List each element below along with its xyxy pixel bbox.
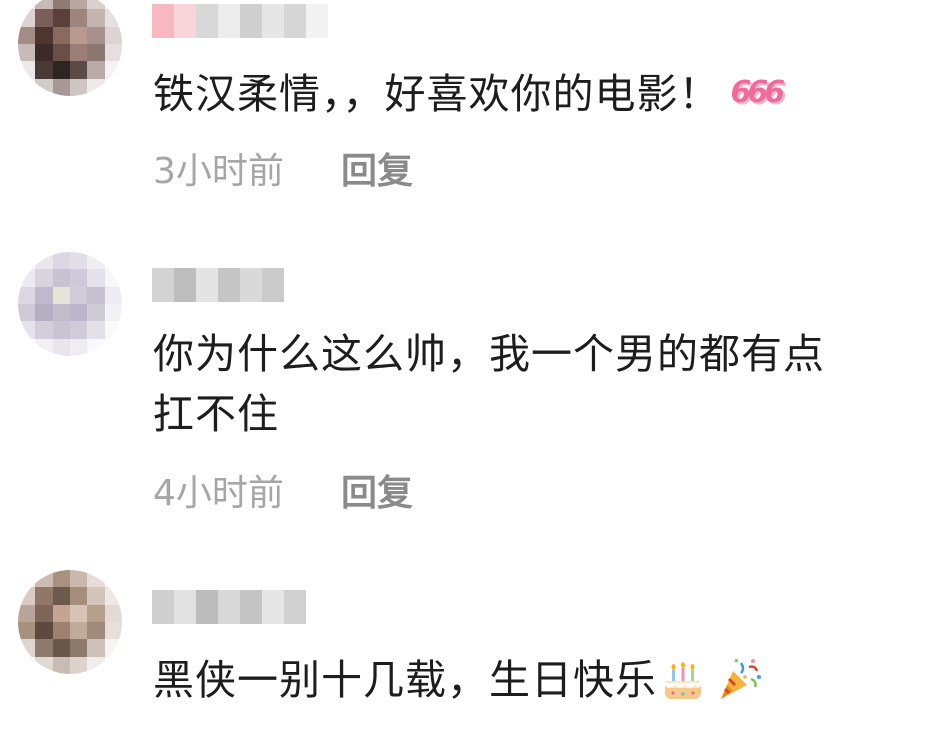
timestamp: 3小时前: [153, 151, 284, 192]
username-blurred[interactable]: [152, 590, 306, 624]
username-blurred[interactable]: [152, 268, 284, 302]
avatar[interactable]: [18, 252, 122, 356]
timestamp: 4小时前: [153, 473, 284, 514]
party-popper-icon: [721, 658, 761, 699]
reply-button[interactable]: 回复: [341, 472, 413, 516]
comment-meta: 3小时前 回复: [153, 150, 413, 194]
birthday-cake-icon: [665, 662, 701, 699]
comment-text: 你为什么这么帅，我一个男的都有点 扛不住: [153, 328, 825, 440]
comment-text-line: 你为什么这么帅，我一个男的都有点: [153, 330, 825, 378]
avatar[interactable]: [18, 570, 122, 674]
comment-text: 黑侠一别十几载，生日快乐: [153, 654, 763, 707]
username-blurred[interactable]: [152, 4, 328, 38]
avatar[interactable]: [18, 0, 122, 96]
comment-text: 铁汉柔情，，好喜欢你的电影！ 666: [153, 68, 786, 123]
reply-button[interactable]: 回复: [341, 150, 413, 194]
comment-text-line: 扛不住: [153, 390, 279, 438]
666-sticker-icon: 666: [730, 75, 786, 110]
comment-meta: 4小时前 回复: [153, 472, 413, 516]
